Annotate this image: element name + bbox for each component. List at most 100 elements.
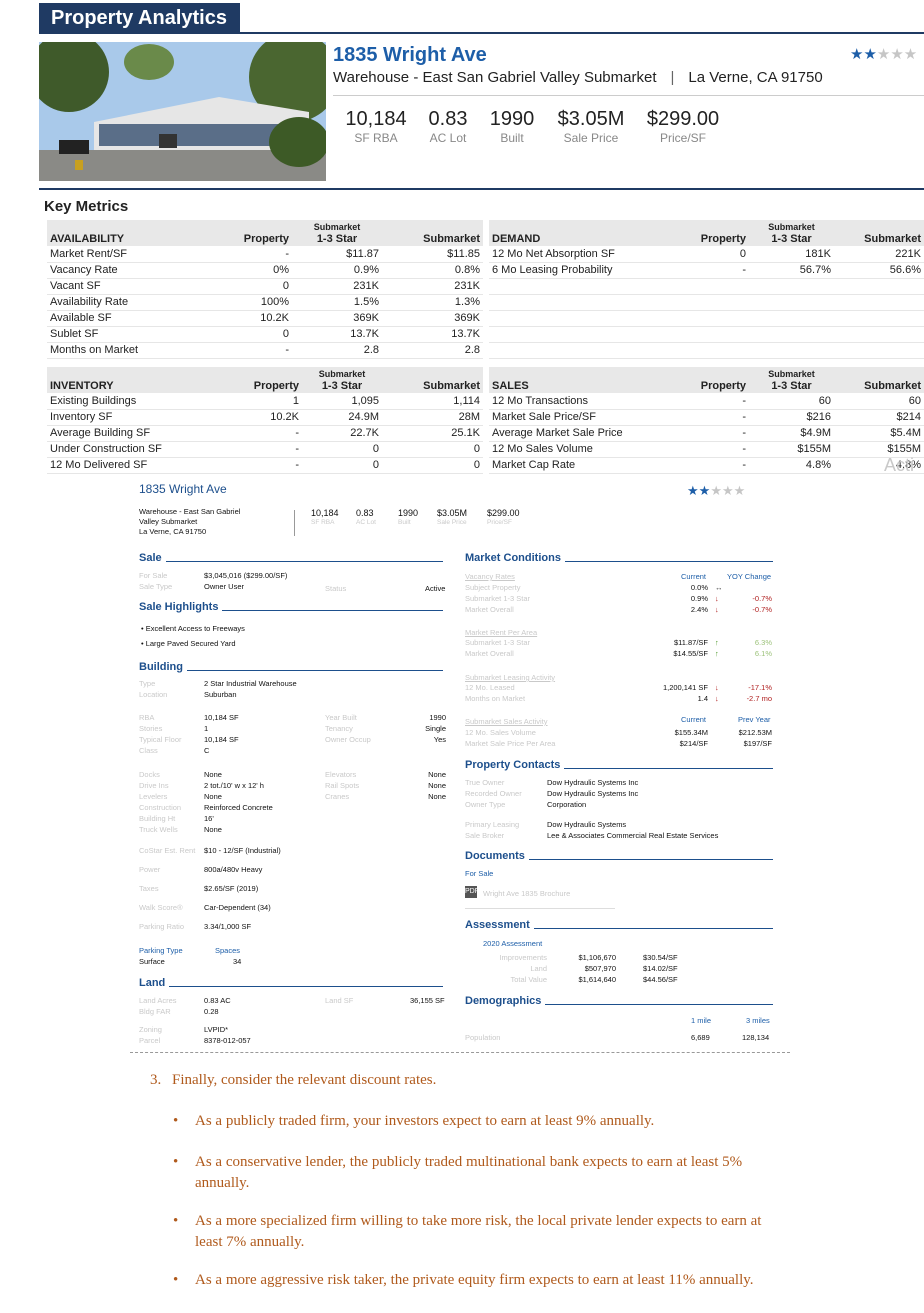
report-address: 1835 Wright Ave (139, 482, 227, 496)
building-value: 800a/480v Heavy (204, 865, 263, 874)
report-kpi-label: Sale Price (437, 519, 467, 526)
property-address: 1835 Wright Ave (333, 44, 487, 66)
assessment-label: Improvements (499, 953, 547, 962)
highlight-item: • Large Paved Secured Yard (141, 639, 236, 648)
building-value: 1 (204, 724, 209, 733)
arrow-down-icon: ↓ (715, 594, 719, 603)
building-label: Stories (139, 724, 163, 733)
market-change: 6.3% (754, 638, 772, 647)
building-label: Truck Wells (139, 825, 178, 834)
sales-activity-label: Market Sale Price Per Area (465, 739, 556, 748)
assessment-per-sf: $30.54/SF (643, 953, 678, 962)
market-value: 1.4 (697, 694, 708, 703)
building-value: C (204, 746, 210, 755)
table-row (489, 294, 924, 311)
divider (294, 510, 295, 536)
arrow-down-icon: ↓ (715, 694, 719, 703)
land-value: 8378-012-057 (204, 1036, 251, 1045)
building-label: Construction (139, 803, 182, 812)
star-empty-icon: ★★★ (710, 483, 746, 498)
kpi-built: 1990 Built (489, 108, 535, 145)
section-rule (534, 928, 773, 929)
arrow-flat-icon: ↔ (715, 583, 723, 592)
section-rule (166, 561, 443, 562)
table-row: Vacancy Rate 0% 0.9% 0.8% (47, 262, 483, 279)
market-label: Submarket 1-3 Star (465, 638, 531, 647)
land-label: Parcel (139, 1036, 161, 1045)
building-label: Tenancy (325, 724, 353, 733)
report-kpi-label: Price/SF (487, 519, 512, 526)
building-label: Typical Floor (139, 735, 182, 744)
section-rule (564, 768, 773, 769)
report-kpi-label: AC Lot (356, 519, 376, 526)
table-row: Inventory SF 10.2K 24.9M 28M (47, 409, 483, 426)
land-label: Bldg FAR (139, 1007, 171, 1016)
contact-label: Recorded Owner (465, 789, 522, 798)
sales-activity-current: $155.34M (674, 728, 708, 737)
page-banner: Property Analytics (39, 3, 240, 33)
contact-value: Dow Hydraulic Systems Inc (547, 778, 639, 787)
building-label: Rail Spots (325, 781, 360, 790)
assessment-value: $1,106,670 (578, 953, 616, 962)
building-value: None (428, 770, 446, 779)
building-value: None (428, 792, 446, 801)
building-label: Taxes (139, 884, 159, 893)
building-label: CoStar Est. Rent (139, 846, 196, 855)
assessment-label: Total Value (510, 975, 547, 984)
assessment-value: $507,970 (584, 964, 616, 973)
market-label: Months on Market (465, 694, 526, 703)
building-value: Reinforced Concrete (204, 803, 273, 812)
market-change: -17.1% (748, 683, 772, 692)
kpi-lot: 0.83 AC Lot (428, 108, 468, 145)
building-value: 16' (204, 814, 214, 823)
building-value: $2.65/SF (2019) (204, 884, 259, 893)
land-value: LVPID* (204, 1025, 229, 1034)
building-label: Building Ht (139, 814, 176, 823)
sales-activity-current: $214/SF (679, 739, 708, 748)
table-row: Market Sale Price/SF - $216 $214 (489, 409, 924, 426)
sale-value: $3,045,016 ($299.00/SF) (204, 571, 288, 580)
pdf-icon: PDF (465, 886, 479, 898)
star-rating: ★★★★★ (850, 45, 917, 63)
section-rule (565, 561, 773, 562)
market-change: -2.7 mo (746, 694, 772, 703)
building-label: Parking Ratio (139, 922, 185, 931)
building-value: Car-Dependent (34) (204, 903, 271, 912)
kpi-rba: 10,184 SF RBA (345, 108, 407, 145)
report-kpi-label: Built (398, 519, 411, 526)
assessment-per-sf: $44.56/SF (643, 975, 678, 984)
report-kpi-value: $299.00 (487, 508, 520, 518)
building-label: Power (139, 865, 161, 874)
market-value: 0.9% (690, 594, 708, 603)
table-row: Under Construction SF -0 0 (47, 441, 483, 458)
sales-table: SALES Property Submarket 1-3 Star Submarket … (489, 367, 924, 474)
page-cut-divider (130, 1052, 790, 1056)
demand-table: DEMAND Property Submarket 1-3 Star Submarket… (489, 220, 924, 359)
table-row: 6 Mo Leasing Probability -56.7% 56.6% (489, 262, 924, 279)
contact-value: Lee & Associates Commercial Real Estate … (547, 831, 719, 840)
building-value: None (204, 825, 222, 834)
section-sale-highlights: Sale Highlights (139, 601, 219, 613)
sales-activity-label: 12 Mo. Sales Volume (465, 728, 536, 737)
section-rule (169, 986, 443, 987)
market-value: $11.87/SF (673, 638, 708, 647)
table-row (489, 278, 924, 295)
section-land: Land (139, 977, 166, 989)
bullet-item: • As a publicly traded firm, your investo… (173, 1113, 655, 1129)
building-label: Elevators (325, 770, 357, 779)
section-rule (39, 188, 924, 190)
building-value: Yes (433, 735, 446, 744)
building-label: Levelers (139, 792, 168, 801)
section-rule (545, 1004, 773, 1005)
contact-label: Sale Broker (465, 831, 505, 840)
table-row: 12 Mo Transactions -60 60 (489, 393, 924, 410)
building-label: RBA (139, 713, 155, 722)
inventory-table: INVENTORY Property Submarket 1-3 Star Submar… (47, 367, 483, 474)
building-label: Owner Occup (325, 735, 371, 744)
star-icon: ★★ (850, 46, 877, 63)
star-icon: ★★ (687, 483, 711, 498)
building-value: None (204, 792, 222, 801)
star-empty-icon: ★★★ (876, 46, 918, 63)
table-row: Market Rent/SF - $11.87 $11.85 (47, 246, 483, 263)
document-link[interactable]: Wright Ave 1835 Brochure (483, 889, 570, 899)
